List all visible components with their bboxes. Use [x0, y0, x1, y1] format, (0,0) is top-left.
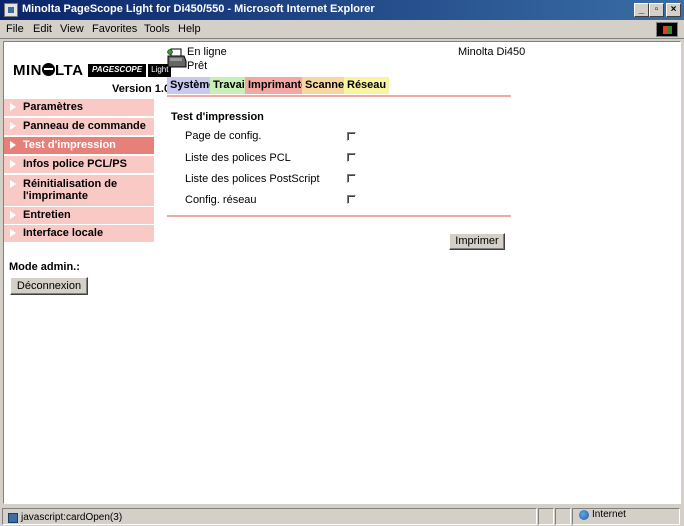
- admin-mode-label: Mode admin.:: [9, 261, 80, 273]
- menu-favorites[interactable]: Favorites: [92, 23, 137, 35]
- nav-arrow-icon: [10, 141, 16, 149]
- online-status: En ligne: [187, 46, 227, 58]
- menu-file[interactable]: File: [6, 23, 24, 35]
- nav-arrow-icon: [10, 103, 16, 111]
- status-text-panel: javascript:cardOpen(3): [2, 508, 537, 525]
- option-page-config-label: Page de config.: [185, 130, 262, 142]
- tab-divider: [167, 95, 511, 97]
- title-bar: Minolta PageScope Light for Di450/550 - …: [0, 0, 684, 20]
- nav-entretien[interactable]: Entretien: [4, 207, 154, 224]
- option-network-config-label: Config. réseau: [185, 194, 257, 206]
- nav-arrow-icon: [10, 160, 16, 168]
- option-network-config-checkbox[interactable]: [347, 195, 356, 204]
- nav-test-impression[interactable]: Test d'impression: [4, 137, 154, 154]
- maximize-button[interactable]: ▫: [649, 3, 664, 17]
- option-page-config-checkbox[interactable]: [347, 132, 356, 141]
- version-label: Version 1.0: [112, 83, 171, 95]
- section-divider: [167, 215, 511, 217]
- minolta-logo: MIN LTA: [13, 62, 84, 79]
- logout-button[interactable]: Déconnexion: [10, 277, 88, 295]
- menu-view[interactable]: View: [60, 23, 84, 35]
- pagescope-logo: PAGESCOPE Light: [88, 64, 172, 77]
- printer-status-icon: [167, 48, 187, 68]
- window-controls: _ ▫ ×: [634, 3, 681, 17]
- menu-tools[interactable]: Tools: [144, 23, 170, 35]
- ready-status: Prêt: [187, 60, 208, 72]
- nav-arrow-icon: [10, 229, 16, 237]
- nav-panneau-de-commande[interactable]: Panneau de commande: [4, 118, 154, 135]
- nav-arrow-icon: [10, 211, 16, 219]
- status-panel-empty: [538, 508, 554, 525]
- menu-help[interactable]: Help: [178, 23, 201, 35]
- nav-arrow-icon: [10, 122, 16, 130]
- menu-edit[interactable]: Edit: [33, 23, 52, 35]
- option-postscript-fonts-checkbox[interactable]: [347, 174, 356, 183]
- print-button[interactable]: Imprimer: [449, 233, 505, 250]
- nav-arrow-icon: [10, 180, 16, 188]
- status-text: javascript:cardOpen(3): [21, 512, 123, 523]
- option-pcl-fonts-checkbox[interactable]: [347, 153, 356, 162]
- option-postscript-fonts-label: Liste des polices PostScript: [185, 173, 320, 185]
- nav-parametres[interactable]: Paramètres: [4, 99, 154, 116]
- window-title: Minolta PageScope Light for Di450/550 - …: [22, 3, 375, 15]
- minolta-globe-icon: [42, 63, 55, 76]
- windows-logo-icon: [656, 22, 678, 37]
- browser-viewport: MIN LTA PAGESCOPE Light Version 1.0 Paramè…: [3, 41, 681, 504]
- tab-imprimante[interactable]: Imprimante: [245, 77, 311, 94]
- menu-bar: File Edit View Favorites Tools Help: [0, 20, 684, 39]
- internet-zone-icon: [579, 510, 589, 520]
- close-button[interactable]: ×: [666, 3, 681, 17]
- section-title: Test d'impression: [171, 111, 264, 123]
- page-icon: [8, 513, 18, 523]
- status-panel-empty: [555, 508, 571, 525]
- ie-app-icon: [4, 3, 18, 17]
- nav-reinitialisation[interactable]: Réinitialisation de l'imprimante: [4, 175, 154, 206]
- option-pcl-fonts-label: Liste des polices PCL: [185, 152, 291, 164]
- minimize-button[interactable]: _: [634, 3, 649, 17]
- nav-interface-locale[interactable]: Interface locale: [4, 225, 154, 242]
- tab-reseau[interactable]: Réseau: [344, 77, 390, 94]
- security-zone-label: Internet: [592, 509, 626, 520]
- nav-infos-police[interactable]: Infos police PCL/PS: [4, 156, 154, 173]
- printer-model: Minolta Di450: [458, 46, 526, 58]
